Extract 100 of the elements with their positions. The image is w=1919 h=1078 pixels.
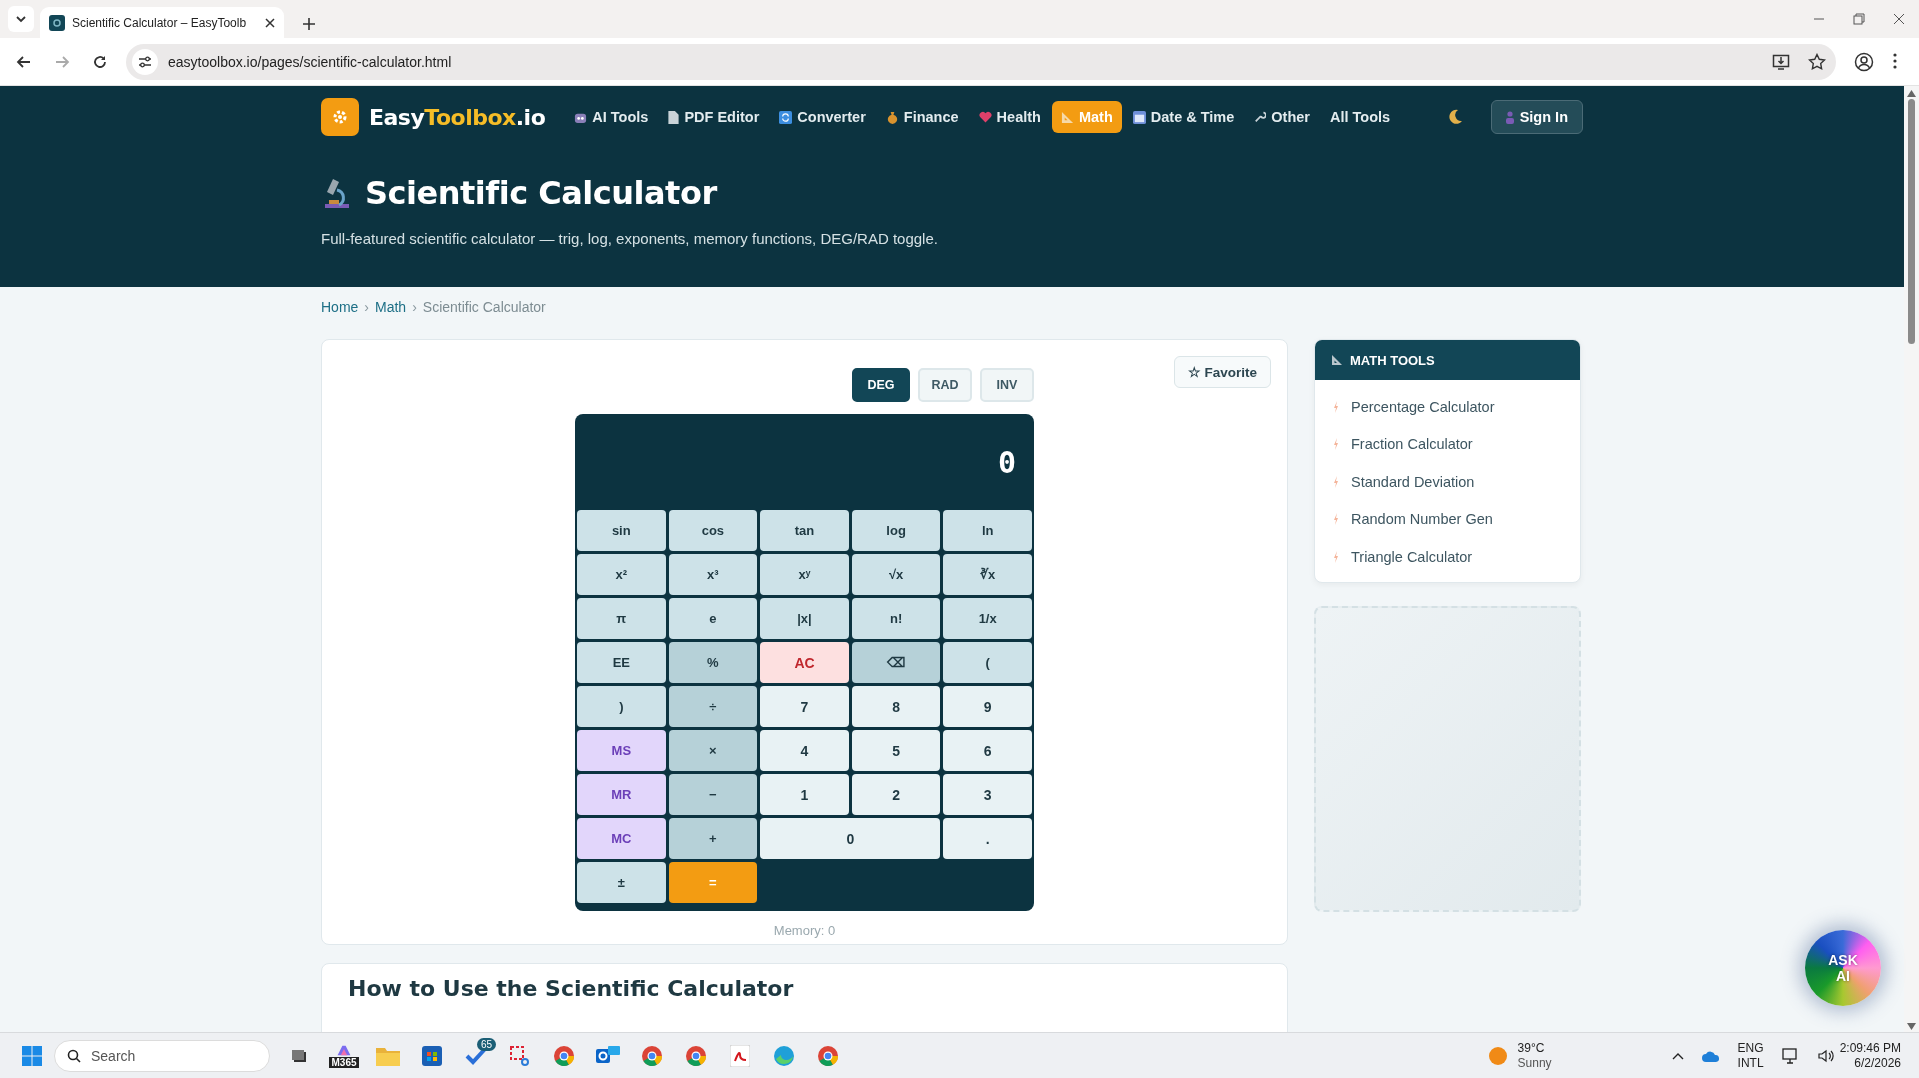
app-tile[interactable]: M365: [329, 1043, 359, 1068]
restore-icon[interactable]: [1853, 13, 1865, 25]
favorite-button[interactable]: ☆ Favorite: [1173, 356, 1271, 388]
tool-link[interactable]: Random Number Gen: [1351, 511, 1493, 528]
browser-icon[interactable]: [685, 1044, 707, 1067]
language-indicator[interactable]: ENG INTL: [1737, 1040, 1764, 1071]
mode-toggle[interactable]: DEG: [852, 368, 910, 402]
install-icon[interactable]: [1772, 52, 1790, 71]
calculator-key[interactable]: −: [668, 774, 758, 815]
moon-icon[interactable]: [1446, 109, 1463, 125]
sync-icon: [779, 110, 793, 124]
browser-tab[interactable]: Scientific Calculator – EasyToolb: [40, 7, 284, 38]
nav-item[interactable]: Health: [969, 101, 1050, 133]
ruler-triangle-icon: [1331, 354, 1343, 366]
chevron-up-icon[interactable]: [1671, 1051, 1684, 1060]
close-icon[interactable]: [265, 17, 275, 28]
close-icon[interactable]: [1893, 13, 1905, 25]
calculator-key[interactable]: n!: [851, 598, 941, 639]
clock[interactable]: 2:09:46 PM 6/2/2026: [1839, 1040, 1901, 1071]
nav-item[interactable]: Converter: [770, 101, 875, 133]
calculator-key[interactable]: cos: [668, 510, 758, 551]
store-bag-icon[interactable]: [422, 1045, 442, 1066]
calculator-key[interactable]: +: [668, 818, 758, 859]
calculator-key[interactable]: ±: [577, 862, 666, 903]
pdf-icon[interactable]: [730, 1044, 750, 1067]
nav-item[interactable]: All Tools: [1321, 101, 1400, 133]
tool-link[interactable]: Fraction Calculator: [1351, 436, 1473, 453]
url-text: easytoolbox.io/pages/scientific-calculator.html: [168, 53, 452, 70]
calculator-key[interactable]: π: [577, 598, 666, 639]
browser-icon[interactable]: [553, 1044, 575, 1067]
scrollbar-thumb[interactable]: [1908, 99, 1915, 344]
calculator-key[interactable]: MC: [577, 818, 666, 859]
tool-link[interactable]: Standard Deviation: [1351, 473, 1475, 490]
calculator-key[interactable]: MR: [577, 774, 666, 815]
calculator-key[interactable]: xʸ: [760, 554, 849, 595]
site-settings-icon[interactable]: [132, 48, 158, 75]
mode-toggle[interactable]: INV: [980, 368, 1034, 402]
calculator-key[interactable]: ): [577, 686, 666, 727]
nav-item[interactable]: PDF Editor: [659, 101, 769, 133]
profile-icon[interactable]: [1854, 51, 1874, 72]
document-icon: [668, 110, 680, 124]
calculator-key[interactable]: MS: [577, 730, 666, 771]
calculator-key[interactable]: ÷: [668, 686, 758, 727]
calculator-key[interactable]: 2: [851, 774, 941, 815]
calculator-key[interactable]: ×: [668, 730, 758, 771]
monitor-icon[interactable]: [1781, 1046, 1800, 1065]
globe-icon[interactable]: [773, 1044, 795, 1067]
bolt-icon: [1333, 475, 1339, 488]
calculator-key[interactable]: 7: [760, 686, 849, 727]
calculator-key[interactable]: 4: [760, 730, 849, 771]
nav-item[interactable]: Other: [1245, 101, 1319, 133]
calculator-key[interactable]: AC: [760, 642, 849, 683]
logo-icon[interactable]: [321, 98, 359, 136]
calculator-key[interactable]: tan: [760, 510, 849, 551]
calculator-key[interactable]: x³: [668, 554, 758, 595]
sign-in-button[interactable]: Sign In: [1490, 100, 1583, 134]
tool-link[interactable]: Triangle Calculator: [1351, 548, 1473, 565]
calculator-key[interactable]: e: [668, 598, 758, 639]
browser-icon[interactable]: [817, 1044, 839, 1067]
calculator-key[interactable]: ∛x: [943, 554, 1032, 595]
calculator-key[interactable]: 3: [943, 774, 1032, 815]
bookmark-star-icon[interactable]: [1808, 52, 1826, 71]
breadcrumb-link[interactable]: Math: [375, 299, 407, 315]
start-icon[interactable]: [22, 1045, 42, 1066]
calculator-key[interactable]: ⌫: [851, 642, 941, 683]
nav-item[interactable]: AI Tools: [565, 101, 658, 133]
address-bar[interactable]: easytoolbox.io/pages/scientific-calculator.html: [126, 43, 1836, 80]
new-tab-icon[interactable]: [302, 17, 316, 31]
scroll-down-icon[interactable]: [1907, 1023, 1916, 1030]
calculator-key[interactable]: 9: [943, 686, 1032, 727]
calculator-key[interactable]: %: [668, 642, 758, 683]
mode-toggle[interactable]: RAD: [918, 368, 972, 402]
calculator-key[interactable]: EE: [577, 642, 666, 683]
speaker-icon[interactable]: [1817, 1048, 1834, 1063]
nav-item[interactable]: Finance: [876, 101, 968, 133]
scissors-icon[interactable]: [509, 1044, 531, 1067]
tab-list-button[interactable]: [8, 6, 34, 32]
search-field[interactable]: Search: [54, 1039, 270, 1072]
calculator-key[interactable]: sin: [577, 510, 666, 551]
calculator-key[interactable]: 0: [760, 818, 941, 859]
nav-item[interactable]: Date & Time: [1123, 101, 1244, 133]
calculator-key[interactable]: log: [851, 510, 941, 551]
calculator-key[interactable]: 1/x: [943, 598, 1032, 639]
cloud-icon[interactable]: [1701, 1049, 1720, 1062]
calculator-key[interactable]: (: [943, 642, 1032, 683]
calculator-key[interactable]: x²: [577, 554, 666, 595]
calculator-key[interactable]: √x: [851, 554, 941, 595]
calculator-key[interactable]: ln: [943, 510, 1032, 551]
scroll-up-icon[interactable]: [1907, 90, 1916, 97]
tool-link[interactable]: Percentage Calculator: [1351, 398, 1495, 415]
calculator-key[interactable]: .: [943, 818, 1032, 859]
calculator-key[interactable]: 1: [760, 774, 849, 815]
calculator-key[interactable]: 8: [851, 686, 941, 727]
calculator-key[interactable]: 5: [851, 730, 941, 771]
calculator-key[interactable]: |x|: [760, 598, 849, 639]
browser-icon[interactable]: [641, 1044, 663, 1067]
calculator-key[interactable]: 6: [943, 730, 1032, 771]
logo-text[interactable]: EasyToolbox.io: [369, 104, 546, 130]
menu-icon[interactable]: [1892, 51, 1898, 70]
breadcrumb-link[interactable]: Home: [321, 299, 359, 315]
